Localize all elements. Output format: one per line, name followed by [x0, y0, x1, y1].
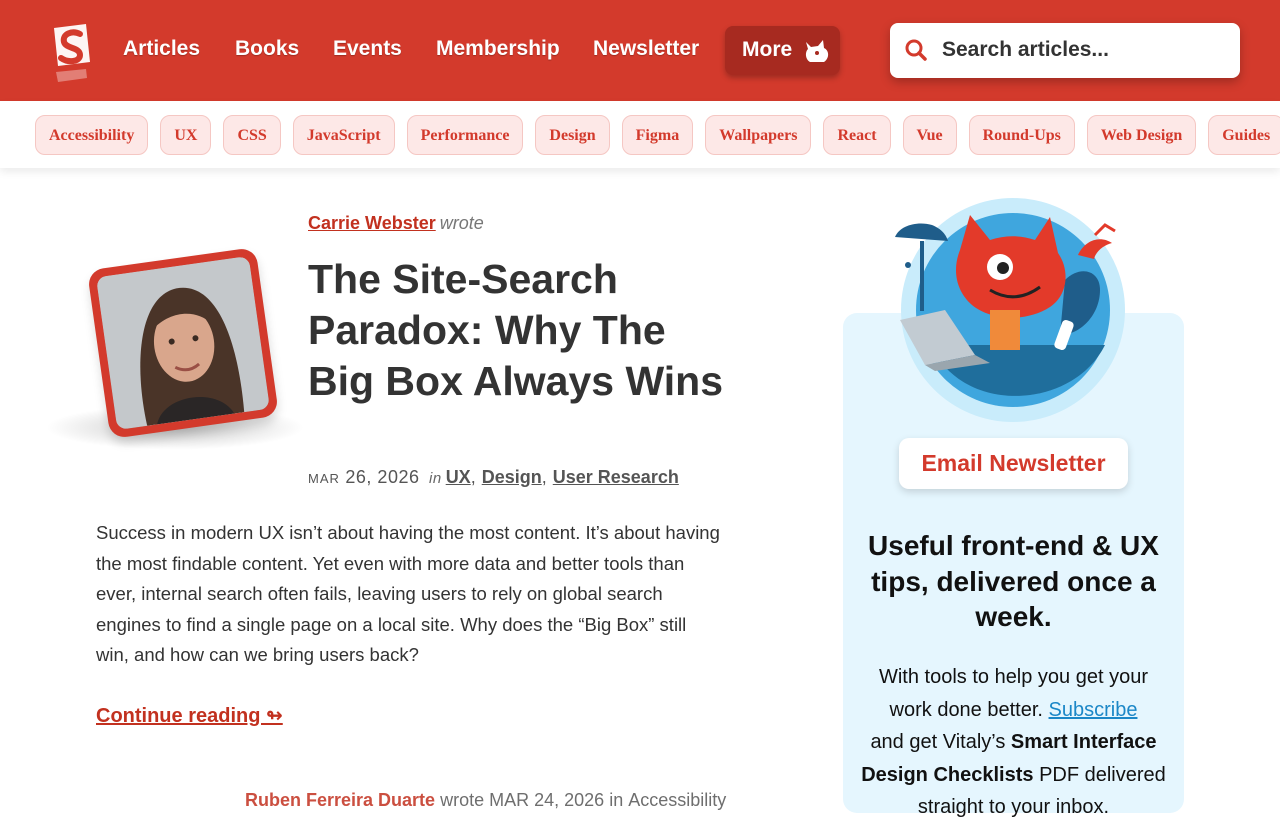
newsletter-text: With tools to help you get your work don…: [860, 661, 1167, 824]
nav-articles[interactable]: Articles: [123, 37, 200, 61]
tag-performance[interactable]: Performance: [406, 115, 524, 155]
tag-vue[interactable]: Vue: [902, 115, 957, 155]
next-in-label: in: [609, 790, 624, 810]
next-wrote-label: wrote: [440, 790, 485, 810]
site-header: Articles Books Events Membership Newslet…: [0, 0, 1280, 101]
date-month: Mar: [308, 471, 340, 486]
author-link[interactable]: Carrie Webster: [308, 213, 436, 233]
newsletter-cat-illustration-icon: [895, 198, 1125, 422]
tag-ux[interactable]: UX: [160, 115, 212, 155]
continue-reading-link[interactable]: Continue reading ↬: [96, 703, 283, 728]
next-category-link[interactable]: Accessibility: [628, 790, 726, 810]
smashing-logo-icon[interactable]: [46, 22, 96, 86]
tag-bar: Accessibility UX CSS JavaScript Performance D…: [0, 101, 1280, 168]
category-link-ux[interactable]: UX: [446, 467, 471, 487]
nav-events[interactable]: Events: [333, 37, 402, 61]
category-link-user-research[interactable]: User Research: [553, 467, 679, 487]
nav-newsletter[interactable]: Newsletter: [593, 37, 699, 61]
search-icon[interactable]: [904, 38, 928, 62]
date-rest: 26, 2026: [345, 467, 420, 487]
tag-web-design[interactable]: Web Design: [1086, 115, 1197, 155]
article-meta: Mar 26, 2026 in UX, Design, User Research: [308, 467, 679, 487]
more-label: More: [742, 38, 793, 61]
wrote-label: wrote: [439, 213, 484, 233]
tag-react[interactable]: React: [823, 115, 891, 155]
article-excerpt: Success in modern UX isn’t about having …: [96, 522, 720, 666]
tag-css[interactable]: CSS: [223, 115, 281, 155]
next-article-meta: Ruben Ferreira Duarte wrote MAR 24, 2026…: [245, 790, 726, 811]
tag-design[interactable]: Design: [535, 115, 610, 155]
tag-round-ups[interactable]: Round-Ups: [968, 115, 1075, 155]
more-button[interactable]: More: [725, 26, 840, 75]
cat-mascot-icon: [805, 40, 829, 62]
next-author-link[interactable]: Ruben Ferreira Duarte: [245, 790, 435, 810]
tag-wallpapers[interactable]: Wallpapers: [705, 115, 812, 155]
tag-guides[interactable]: Guides: [1208, 115, 1280, 155]
tag-javascript[interactable]: JavaScript: [292, 115, 395, 155]
in-label: in: [429, 470, 442, 487]
nav-membership[interactable]: Membership: [436, 37, 560, 61]
author-photo-image: [96, 256, 270, 430]
category-link-design[interactable]: Design: [482, 467, 542, 487]
email-newsletter-button[interactable]: Email Newsletter: [899, 438, 1128, 489]
tag-list: Accessibility UX CSS JavaScript Performance D…: [35, 115, 1280, 155]
search-input[interactable]: [942, 35, 1222, 65]
author-line: Carrie Webster wrote: [308, 213, 484, 234]
author-photo[interactable]: [86, 246, 280, 440]
nav-books[interactable]: Books: [235, 37, 299, 61]
newsletter-text-middle: and get Vitaly’s: [870, 731, 1006, 753]
tag-figma[interactable]: Figma: [621, 115, 694, 155]
article-title[interactable]: The Site-Search Paradox: Why The Big Box…: [308, 254, 728, 407]
subscribe-link[interactable]: Subscribe: [1049, 699, 1138, 721]
tag-accessibility[interactable]: Accessibility: [35, 115, 149, 155]
next-date: MAR 24, 2026: [489, 790, 605, 810]
author-portrait-icon: [96, 256, 270, 430]
newsletter-headline: Useful front-end & UX tips, delivered on…: [868, 530, 1159, 632]
search-box: [890, 23, 1240, 78]
